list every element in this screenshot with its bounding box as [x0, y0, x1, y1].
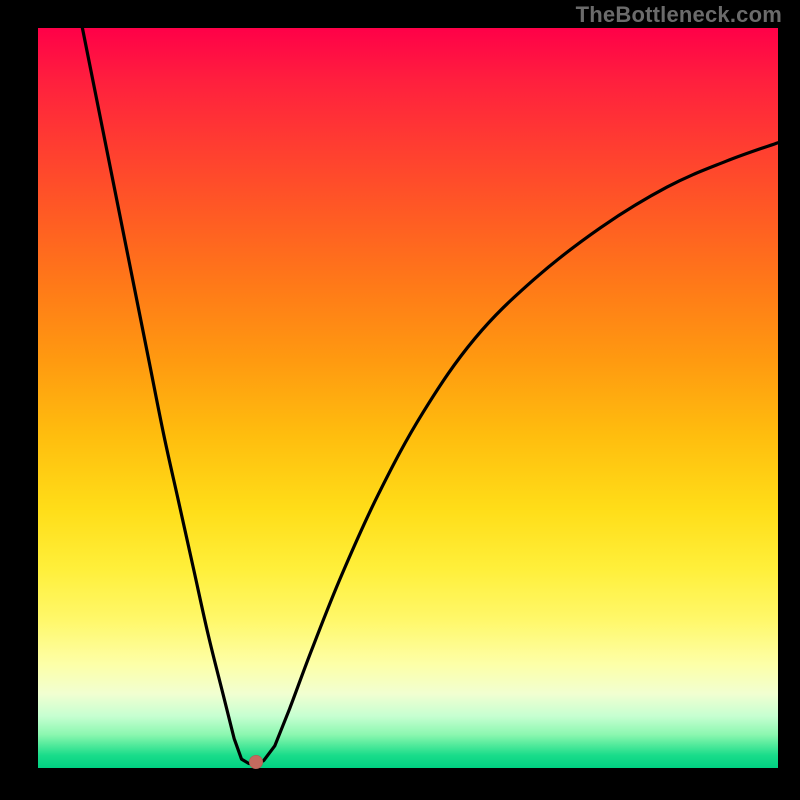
optimal-point-marker: [249, 755, 263, 769]
plot-area: [38, 28, 778, 768]
bottleneck-curve: [38, 28, 778, 768]
attribution-text: TheBottleneck.com: [576, 2, 782, 28]
chart-frame: TheBottleneck.com: [0, 0, 800, 800]
